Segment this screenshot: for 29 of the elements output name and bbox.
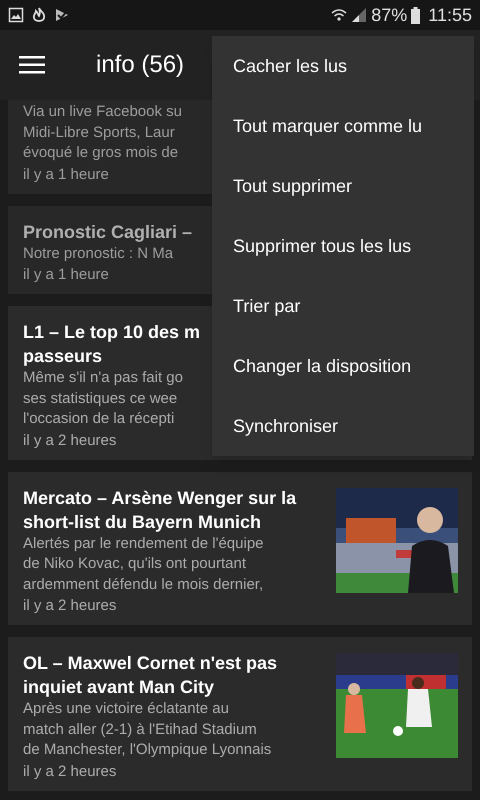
article-time: il y a 2 heures xyxy=(23,596,116,616)
battery-percentage: 87% xyxy=(371,4,408,26)
menu-item[interactable]: Tout marquer comme lu xyxy=(212,96,474,156)
article-time: il y a 2 heures xyxy=(23,762,116,782)
article-title: Mercato – Arsène Wenger sur la short-list du Bayern Munich xyxy=(23,486,296,534)
article-card[interactable]: OL – Maxwel Cornet n'est pas inquiet avant Man City Après une victoire éclatante au match aller (2-1) à l'Etihad Stadium de Manchester, l'Olympique Lyonnais il y a 2 heures xyxy=(8,637,472,790)
menu-icon[interactable] xyxy=(19,56,45,74)
article-title: Pronostic Cagliari – xyxy=(23,220,192,244)
article-time: il y a 1 heure xyxy=(23,265,109,285)
menu-item[interactable]: Trier par xyxy=(212,276,474,336)
article-title: OL – Maxwel Cornet n'est pas inquiet avant Man City xyxy=(23,652,278,699)
article-card[interactable]: Mercato – Arsène Wenger sur la short-list du Bayern Munich Alertés par le rendement de l'équipe de Niko Kovac, qu'ils ont pourtant ardemment défendu le mois dernier, il y a 2 heures xyxy=(8,472,472,625)
battery-icon xyxy=(411,6,420,24)
article-summary: Notre pronostic : N Ma xyxy=(23,244,174,264)
clock-time: 11:55 xyxy=(428,4,472,26)
image-icon xyxy=(8,7,24,23)
menu-item[interactable]: Changer la disposition xyxy=(212,336,474,396)
article-time: il y a 2 heures xyxy=(23,430,116,450)
toolbar-title: info (56) xyxy=(96,50,184,80)
article-time: il y a 1 heure xyxy=(23,164,109,184)
menu-item[interactable]: Cacher les lus xyxy=(212,36,474,96)
wifi-icon xyxy=(331,7,348,23)
checkmark-flag-icon xyxy=(54,7,70,23)
menu-item[interactable]: Synchroniser xyxy=(212,396,474,456)
menu-item[interactable]: Tout supprimer xyxy=(212,156,474,216)
article-title: L1 – Le top 10 des m passeurs xyxy=(23,321,200,368)
menu-item[interactable]: Supprimer tous les lus xyxy=(212,216,474,276)
flame-icon xyxy=(32,7,46,23)
signal-icon xyxy=(351,7,368,23)
